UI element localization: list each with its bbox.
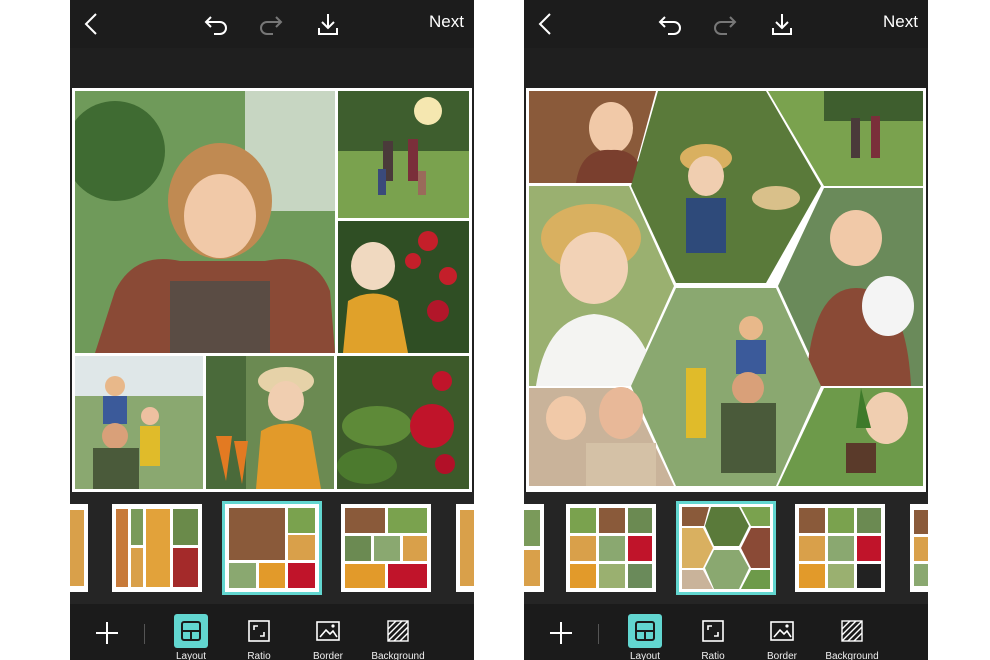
layout-thumbnail-strip (70, 492, 474, 604)
background-icon (381, 614, 415, 648)
layout-thumbnail-strip (524, 492, 928, 604)
tool-label: Border (312, 651, 343, 660)
layout-thumbnail-selected[interactable] (222, 501, 322, 595)
photo-girl-with-carrots[interactable] (206, 356, 334, 489)
tool-ratio[interactable]: Ratio (224, 614, 294, 660)
back-icon[interactable] (76, 10, 106, 38)
layout-icon (628, 614, 662, 648)
canvas-top-space (70, 48, 474, 88)
tool-label: Background (825, 651, 879, 660)
collage-canvas (72, 88, 472, 492)
tool-label: Layout (629, 651, 661, 660)
undo-icon[interactable] (655, 10, 685, 38)
redo-icon[interactable] (710, 10, 740, 38)
canvas-top-space (524, 48, 928, 88)
toolbar-divider (144, 624, 145, 644)
layout-thumbnail[interactable] (566, 504, 656, 592)
tool-layout[interactable]: Layout (610, 614, 680, 660)
photo-girl-portrait[interactable] (75, 91, 335, 353)
hexagon-collage (526, 88, 926, 492)
bottom-toolbar: Layout Ratio Border Background (524, 604, 928, 660)
tool-border[interactable]: Border (747, 614, 817, 660)
photo-father-kids[interactable] (75, 356, 203, 489)
bottom-toolbar: Layout Ratio Border Background (70, 604, 474, 660)
ratio-icon (696, 614, 730, 648)
tool-border[interactable]: Border (293, 614, 363, 660)
collage-canvas-hexagon (526, 88, 926, 492)
top-bar: Next (70, 0, 474, 48)
undo-icon[interactable] (201, 10, 231, 38)
ratio-icon (242, 614, 276, 648)
tool-label: Background (371, 651, 425, 660)
tool-label: Layout (175, 651, 207, 660)
tool-background[interactable]: Background (817, 614, 887, 660)
tool-label: Ratio (701, 651, 725, 660)
tool-layout[interactable]: Layout (156, 614, 226, 660)
right-phone-screen: Next Layout Ratio Border Background (524, 0, 928, 660)
layout-thumbnail[interactable] (524, 504, 544, 592)
comparison-stage: Next Layout Ratio Border Background Next… (0, 0, 990, 660)
layout-thumbnail[interactable] (112, 504, 202, 592)
top-bar: Next (524, 0, 928, 48)
layout-thumbnail[interactable] (795, 504, 885, 592)
plus-icon[interactable] (548, 620, 574, 646)
next-button[interactable]: Next (883, 12, 918, 32)
tool-ratio[interactable]: Ratio (678, 614, 748, 660)
left-phone-screen: Next Layout Ratio Border Background (70, 0, 474, 660)
photo-family-walking[interactable] (338, 91, 469, 218)
layout-thumbnail-selected[interactable] (676, 501, 776, 595)
plus-icon[interactable] (94, 620, 120, 646)
border-icon (311, 614, 345, 648)
tool-label: Border (766, 651, 797, 660)
layout-thumbnail[interactable] (70, 504, 88, 592)
border-icon (765, 614, 799, 648)
layout-thumbnail[interactable] (456, 504, 474, 592)
photo-red-rose[interactable] (337, 356, 469, 489)
redo-icon[interactable] (256, 10, 286, 38)
toolbar-divider (598, 624, 599, 644)
next-button[interactable]: Next (429, 12, 464, 32)
layout-icon (174, 614, 208, 648)
layout-thumbnail[interactable] (341, 504, 431, 592)
download-icon[interactable] (313, 10, 343, 38)
back-icon[interactable] (530, 10, 560, 38)
tool-background[interactable]: Background (363, 614, 433, 660)
tool-label: Ratio (247, 651, 271, 660)
photo-girl-with-roses[interactable] (338, 221, 469, 353)
layout-thumbnail[interactable] (910, 504, 928, 592)
background-icon (835, 614, 869, 648)
download-icon[interactable] (767, 10, 797, 38)
